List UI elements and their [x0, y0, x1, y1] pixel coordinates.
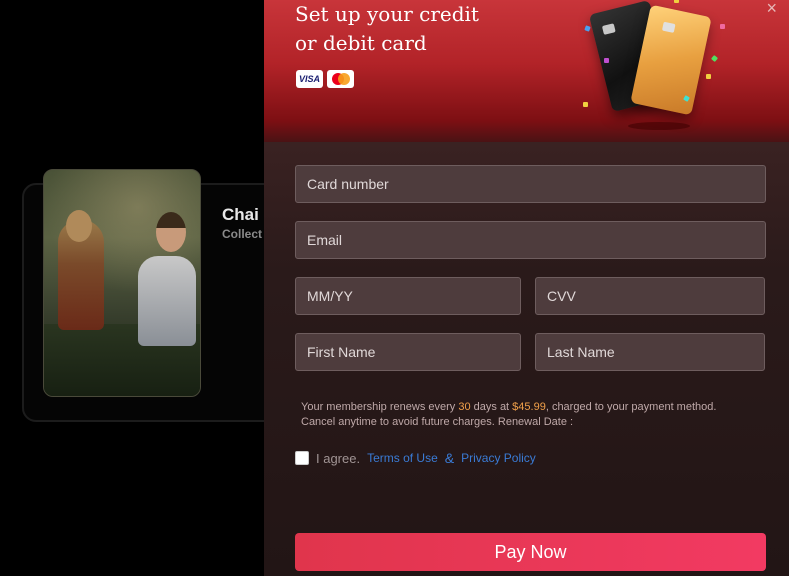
confetti-piece — [583, 102, 588, 107]
background-card-title: Chai — [222, 205, 259, 224]
confetti-piece — [584, 25, 591, 32]
modal-title: Set up your credit or debit card — [295, 0, 535, 58]
modal-title-line1: Set up your credit — [295, 2, 479, 26]
ampersand: & — [444, 450, 455, 466]
membership-terms: Your membership renews every 30 days at … — [301, 400, 771, 430]
photo-person-man — [138, 256, 196, 346]
cvv-input[interactable] — [547, 288, 753, 304]
pay-now-button[interactable]: Pay Now — [295, 533, 766, 571]
card-number-input[interactable] — [307, 176, 754, 192]
visa-icon: VISA — [296, 70, 323, 88]
terms-text: , charged to your payment method. — [545, 401, 717, 413]
agree-checkbox[interactable] — [295, 451, 309, 465]
last-name-field[interactable] — [535, 333, 765, 371]
confetti-piece — [720, 24, 725, 29]
privacy-policy-link[interactable]: Privacy Policy — [461, 451, 536, 465]
renewal-price: $45.99 — [512, 401, 546, 413]
couple-photo — [43, 169, 201, 397]
renewal-days: 30 — [458, 401, 471, 413]
confetti-piece — [674, 0, 679, 3]
last-name-input[interactable] — [547, 344, 753, 360]
modal-title-line2: or debit card — [295, 31, 427, 55]
card-brand-logos: VISA — [296, 70, 354, 88]
email-field[interactable] — [295, 221, 766, 259]
photo-person-woman-head — [66, 210, 92, 242]
terms-cancel-text: Cancel anytime to avoid future charges. … — [301, 416, 574, 428]
close-icon[interactable]: × — [766, 0, 777, 19]
confetti-piece — [604, 58, 609, 63]
credit-cards-illustration — [580, 0, 730, 140]
modal-header: Set up your credit or debit card VISA × — [264, 0, 789, 142]
card-number-field[interactable] — [295, 165, 766, 203]
confetti-piece — [706, 74, 711, 79]
confetti-piece — [710, 54, 719, 63]
expiry-field[interactable] — [295, 277, 521, 315]
terms-text: Your membership renews every — [301, 401, 459, 413]
mastercard-icon — [327, 70, 354, 88]
card-shadow — [628, 122, 690, 130]
agree-row: I agree. Terms of Use & Privacy Policy — [295, 450, 536, 466]
agree-label: I agree. — [316, 450, 361, 466]
first-name-input[interactable] — [307, 344, 509, 360]
terms-text: days at — [470, 401, 513, 413]
payment-modal: Set up your credit or debit card VISA × — [264, 0, 789, 576]
terms-of-use-link[interactable]: Terms of Use — [367, 451, 438, 465]
first-name-field[interactable] — [295, 333, 521, 371]
expiry-input[interactable] — [307, 288, 509, 304]
background-card-subtitle: Collect — [222, 227, 263, 241]
email-input[interactable] — [307, 232, 754, 248]
photo-person-man-head — [156, 212, 186, 252]
cvv-field[interactable] — [535, 277, 765, 315]
